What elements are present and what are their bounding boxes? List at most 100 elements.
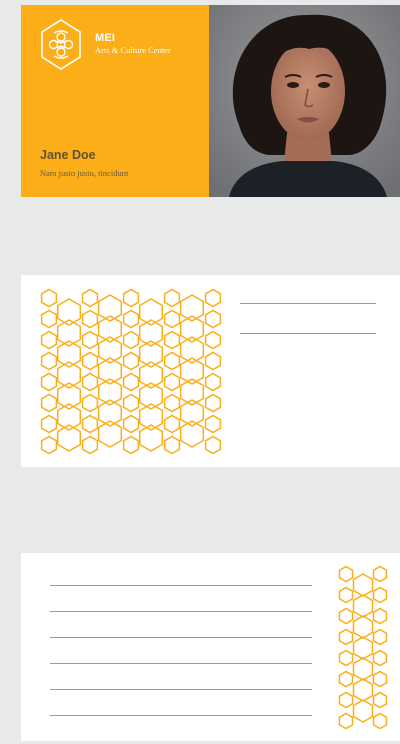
hexagon-cell bbox=[40, 288, 58, 308]
hexagon-cell bbox=[352, 699, 374, 723]
hexagon-cell bbox=[122, 372, 140, 392]
hexagon-cell bbox=[40, 330, 58, 350]
hexagon-cell bbox=[56, 340, 82, 368]
business-card-back-letterhead bbox=[21, 275, 400, 467]
hexagon-cell bbox=[138, 340, 164, 368]
hexagon-cell bbox=[204, 414, 222, 434]
hexagon-cell bbox=[204, 372, 222, 392]
hexagon-cell bbox=[40, 372, 58, 392]
hexagon-cell bbox=[81, 435, 99, 455]
hexagon-cell bbox=[163, 330, 181, 350]
hexagon-cell bbox=[138, 319, 164, 347]
hexagon-cell bbox=[372, 649, 388, 667]
hexagon-cell bbox=[372, 670, 388, 688]
hexagon-cell bbox=[81, 393, 99, 413]
hexagon-cell bbox=[179, 315, 205, 343]
blank-line bbox=[50, 585, 312, 586]
hexagon-cell bbox=[338, 607, 354, 625]
hexagon-cell bbox=[138, 382, 164, 410]
hexagon-cell bbox=[372, 607, 388, 625]
hexagon-cell bbox=[40, 414, 58, 434]
hexagon-cell bbox=[56, 382, 82, 410]
hexagon-cell bbox=[372, 565, 388, 583]
portrait-photo bbox=[209, 5, 400, 197]
hexagon-cell bbox=[179, 357, 205, 385]
hexagon-cell bbox=[338, 586, 354, 604]
hexagon-cell bbox=[179, 399, 205, 427]
hexagon-cell bbox=[352, 615, 374, 639]
hexagon-cell bbox=[338, 712, 354, 730]
hexagon-cell bbox=[97, 378, 123, 406]
business-card-front: MEI Arts & Culture Center Jane Doe Nam j… bbox=[21, 5, 400, 197]
business-card-back-notes bbox=[21, 553, 400, 741]
hexagon-cell bbox=[163, 309, 181, 329]
hexagon-cell bbox=[81, 414, 99, 434]
hexagon-cell bbox=[204, 330, 222, 350]
hexagon-cell bbox=[338, 565, 354, 583]
hexagon-cell bbox=[97, 336, 123, 364]
blank-line bbox=[50, 715, 312, 716]
hexagon-cell bbox=[81, 330, 99, 350]
person-name: Jane Doe bbox=[40, 148, 96, 162]
hexagon-cell bbox=[97, 399, 123, 427]
hexagon-cell bbox=[372, 628, 388, 646]
hexagon-knot-logo-icon bbox=[40, 19, 82, 71]
blank-line bbox=[240, 333, 376, 334]
hexagon-cell bbox=[352, 594, 374, 618]
hexagon-cell bbox=[138, 424, 164, 452]
hexagon-cell bbox=[338, 628, 354, 646]
blank-line bbox=[50, 689, 312, 690]
hexagon-cell bbox=[372, 586, 388, 604]
hexagon-cell bbox=[56, 403, 82, 431]
hexagon-cell bbox=[81, 351, 99, 371]
hexagon-cell bbox=[179, 420, 205, 448]
hexagon-cell bbox=[97, 294, 123, 322]
hexagon-cell bbox=[81, 309, 99, 329]
hexagon-cell bbox=[56, 361, 82, 389]
hexagon-cell bbox=[40, 309, 58, 329]
hexagon-cell bbox=[163, 393, 181, 413]
brand-block: MEI Arts & Culture Center bbox=[95, 32, 171, 55]
hexagon-cell bbox=[352, 657, 374, 681]
hexagon-cell bbox=[81, 372, 99, 392]
hexagon-cell bbox=[163, 351, 181, 371]
hexagon-cell bbox=[204, 351, 222, 371]
hexagon-cell bbox=[138, 361, 164, 389]
hexagon-cell bbox=[163, 414, 181, 434]
hexagon-cell bbox=[338, 691, 354, 709]
hexagon-cell bbox=[97, 315, 123, 343]
hexagon-cell bbox=[204, 393, 222, 413]
hexagon-cell bbox=[122, 288, 140, 308]
hexagon-cell bbox=[352, 678, 374, 702]
hexagon-cell bbox=[122, 435, 140, 455]
brand-panel: MEI Arts & Culture Center Jane Doe Nam j… bbox=[21, 5, 209, 197]
brand-name: MEI bbox=[95, 32, 116, 44]
hexagon-cell bbox=[122, 393, 140, 413]
hexagon-cell bbox=[338, 649, 354, 667]
hexagon-cell bbox=[204, 288, 222, 308]
hexagon-cell bbox=[352, 636, 374, 660]
person-block: Jane Doe Nam justo justo, tincidunt bbox=[40, 148, 128, 178]
hexagon-cell bbox=[372, 712, 388, 730]
honeycomb-strip-icon bbox=[338, 565, 390, 744]
person-title: Nam justo justo, tincidunt bbox=[40, 168, 129, 178]
hexagon-cell bbox=[97, 420, 123, 448]
blank-line bbox=[50, 663, 312, 664]
hexagon-cell bbox=[352, 573, 374, 597]
hexagon-cell bbox=[179, 294, 205, 322]
hexagon-cell bbox=[97, 357, 123, 385]
brand-subtitle: Arts & Culture Center bbox=[95, 45, 171, 55]
hexagon-cell bbox=[122, 414, 140, 434]
hexagon-cell bbox=[56, 319, 82, 347]
hexagon-cell bbox=[122, 309, 140, 329]
hexagon-cell bbox=[179, 336, 205, 364]
hexagon-cell bbox=[138, 298, 164, 326]
blank-line bbox=[50, 637, 312, 638]
hexagon-cell bbox=[179, 378, 205, 406]
blank-line bbox=[50, 611, 312, 612]
blank-line bbox=[240, 303, 376, 304]
hexagon-cell bbox=[163, 435, 181, 455]
hexagon-cell bbox=[40, 435, 58, 455]
hexagon-cell bbox=[56, 298, 82, 326]
hexagon-cell bbox=[372, 691, 388, 709]
